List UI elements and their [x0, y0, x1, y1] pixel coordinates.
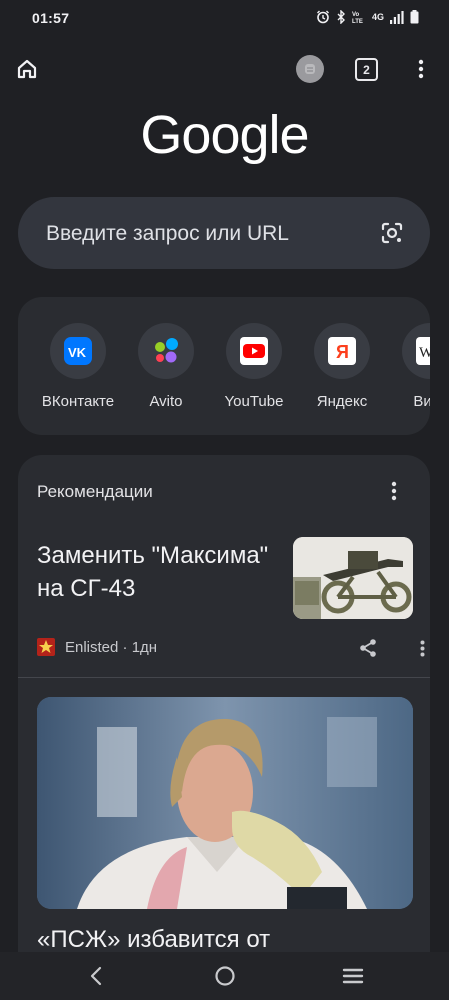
vk-icon: VK [64, 337, 92, 365]
more-vert-icon [391, 481, 397, 501]
account-avatar[interactable] [296, 55, 324, 83]
shortcut-label: Вики [413, 393, 430, 410]
enlisted-icon [37, 638, 55, 656]
shortcut-label: Яндекс [316, 393, 368, 410]
yandex-icon: Я [328, 337, 356, 365]
share-button[interactable] [357, 637, 379, 659]
article-menu-button[interactable] [415, 637, 429, 659]
network-type: 4G [371, 11, 384, 22]
back-button[interactable] [82, 962, 110, 990]
avito-icon [155, 338, 178, 363]
svg-text:LTE: LTE [352, 19, 363, 24]
shortcut-label: ВКонтакте [41, 393, 115, 410]
machine-gun-image [293, 537, 413, 619]
battery-icon [410, 10, 419, 24]
shortcut-icon-bg [226, 323, 282, 379]
share-icon [360, 639, 376, 657]
shortcut-icon-bg: Я [314, 323, 370, 379]
tab-switcher-button[interactable]: 2 [355, 58, 378, 81]
browser-toolbar: 2 [0, 50, 449, 88]
shortcut-label: YouTube [224, 393, 284, 410]
article-source-row: Enlisted · 1дн [37, 637, 424, 659]
back-icon [90, 966, 102, 986]
recents-icon [342, 968, 364, 984]
svg-text:Vo: Vo [352, 12, 360, 18]
svg-text:W: W [419, 345, 430, 361]
football-player-photo [37, 697, 413, 909]
overflow-menu-icon [418, 59, 424, 79]
feed-menu-button[interactable] [386, 479, 402, 503]
feed-heading: Рекомендации [37, 482, 153, 501]
shortcut-icon-bg: VK [50, 323, 106, 379]
shortcut-icon-bg: W [402, 323, 430, 379]
shortcut-wikipedia[interactable]: W Вики [386, 323, 430, 410]
home-circle-icon [215, 966, 235, 986]
article-thumbnail[interactable] [293, 537, 413, 619]
home-button[interactable] [12, 54, 42, 84]
svg-text:VK: VK [68, 345, 87, 360]
google-logo: Google [140, 105, 309, 165]
discover-feed: Рекомендации Заменить "Максима" на СГ-43 [18, 455, 430, 1000]
volte-icon: Vo LTE [352, 12, 363, 24]
account-icon [305, 64, 315, 74]
more-vert-icon [420, 640, 424, 656]
search-input-placeholder[interactable]: Введите запрос или URL [46, 222, 289, 246]
wikipedia-icon: W [416, 337, 430, 365]
shortcuts-carousel: VK ВКонтакте Avito YouTube Я Яндекс W Ви [18, 297, 430, 435]
recents-button[interactable] [339, 962, 367, 990]
lens-button[interactable] [378, 219, 406, 247]
shortcut-youtube[interactable]: YouTube [210, 323, 298, 410]
home-nav-button[interactable] [211, 962, 239, 990]
shortcut-icon-bg [138, 323, 194, 379]
browser-new-tab-page: 01:57 Vo LTE 4G 2 Google Введите запрос … [0, 0, 449, 1000]
status-time: 01:57 [32, 10, 70, 26]
feed-divider [18, 677, 430, 678]
youtube-icon [240, 337, 268, 365]
svg-text:Я: Я [336, 342, 349, 362]
article-image[interactable] [37, 697, 413, 909]
bluetooth-icon [337, 10, 345, 24]
article-title[interactable]: Заменить "Максима" на СГ-43 [37, 539, 287, 605]
article-source: Enlisted · 1дн [65, 639, 158, 656]
signal-icon [390, 10, 404, 24]
overflow-menu-button[interactable] [410, 54, 432, 84]
home-icon [17, 59, 37, 79]
system-nav-bar [0, 952, 449, 1000]
status-bar: 01:57 Vo LTE 4G [0, 0, 449, 36]
search-box[interactable]: Введите запрос или URL [18, 197, 430, 269]
status-icons: Vo LTE 4G [316, 10, 419, 24]
shortcut-yandex[interactable]: Я Яндекс [298, 323, 386, 410]
shortcut-avito[interactable]: Avito [122, 323, 210, 410]
shortcut-label: Avito [149, 393, 183, 410]
alarm-icon [316, 10, 329, 24]
camera-lens-icon [381, 222, 403, 244]
shortcut-vk[interactable]: VK ВКонтакте [34, 323, 122, 410]
